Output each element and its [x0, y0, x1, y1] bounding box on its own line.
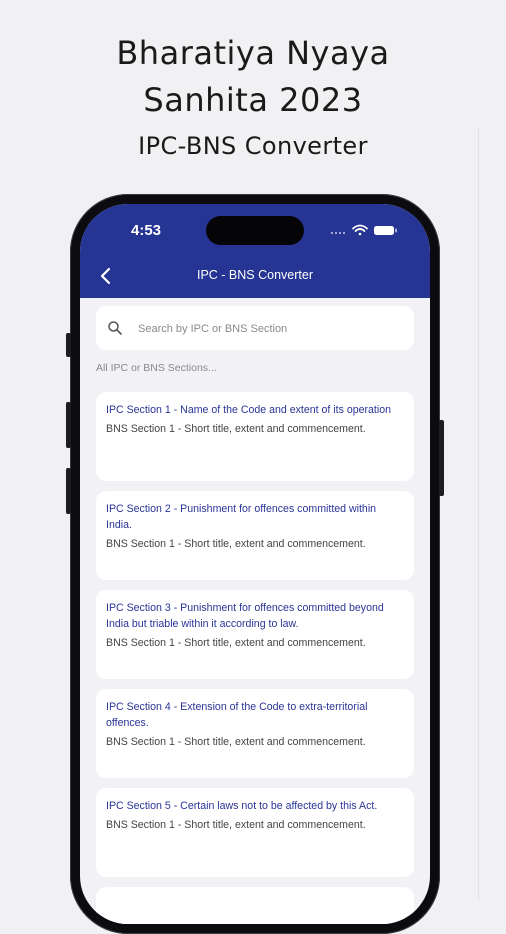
ipc-section-text: IPC Section 2 - Punishment for offences … — [106, 503, 377, 531]
section-card[interactable]: IPC Section 5 - Certain laws not to be a… — [96, 788, 414, 877]
promo-title-line-1: Bharatiya Nyaya — [116, 34, 390, 72]
promo-title-line-2: Sanhita 2023 — [143, 81, 363, 119]
search-icon — [108, 321, 122, 335]
search-bar[interactable] — [96, 306, 414, 350]
bns-section-text: BNS Section 1 - Short title, extent and … — [106, 538, 366, 550]
phone-volume-down-button — [66, 468, 71, 514]
phone-power-button — [439, 420, 444, 496]
status-icons — [331, 224, 397, 236]
ipc-section-text: IPC Section 1 - Name of the Code and ext… — [106, 404, 392, 416]
phone-screen: 4:53 IPC - BNS Converter Search by IPC o… — [80, 204, 430, 924]
ipc-section-text: IPC Section 3 - Punishment for offences … — [106, 602, 384, 630]
promo-subtitle: IPC-BNS Converter — [138, 132, 368, 160]
ipc-section-text: IPC Section 5 - Certain laws not to be a… — [106, 800, 378, 812]
list-header-label: All IPC or BNS Sections... — [96, 362, 217, 374]
dynamic-island — [206, 216, 304, 245]
bns-section-text: BNS Section 1 - Short title, extent and … — [106, 637, 366, 649]
bns-section-text: BNS Section 1 - Short title, extent and … — [106, 819, 366, 831]
section-card[interactable]: IPC Section 4 - Extension of the Code to… — [96, 689, 414, 778]
battery-icon — [374, 226, 397, 235]
app-bar-title: IPC - BNS Converter — [196, 268, 313, 282]
section-card[interactable]: IPC Section 1 - Name of the Code and ext… — [96, 392, 414, 481]
section-card[interactable]: IPC Section 2 - Punishment for offences … — [96, 491, 414, 580]
phone-volume-up-button — [66, 402, 71, 448]
wifi-icon — [352, 224, 368, 236]
app-bar: 4:53 IPC - BNS Converter — [80, 204, 430, 298]
section-card-partial[interactable] — [96, 887, 414, 924]
page-edge-line — [478, 128, 479, 900]
bns-section-text: BNS Section 1 - Short title, extent and … — [106, 736, 366, 748]
signal-dots-icon — [331, 232, 345, 234]
bns-section-text: BNS Section 1 - Short title, extent and … — [106, 423, 366, 435]
search-input[interactable] — [136, 318, 400, 340]
status-time: 4:53 — [131, 222, 162, 239]
ipc-section-text: IPC Section 4 - Extension of the Code to… — [106, 701, 368, 729]
phone-mute-switch — [66, 333, 71, 357]
section-card[interactable]: IPC Section 3 - Punishment for offences … — [96, 590, 414, 679]
promo-title: Bharatiya Nyaya Sanhita 2023 — [0, 30, 506, 124]
